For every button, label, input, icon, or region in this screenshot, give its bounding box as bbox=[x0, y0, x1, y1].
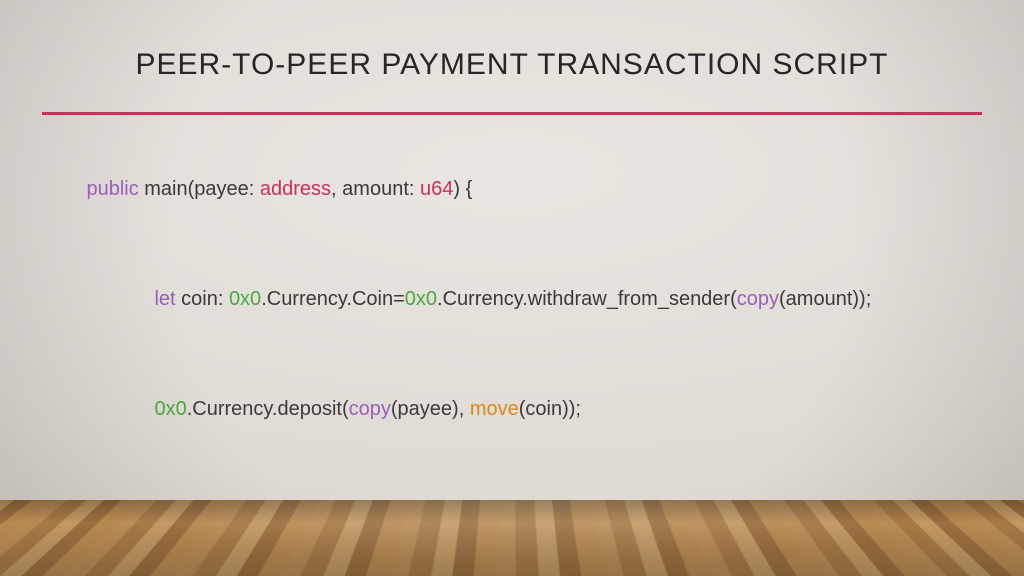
token-text: (payee), bbox=[391, 398, 470, 420]
code-line-2: let coin: 0x0.Currency.Coin=0x0.Currency… bbox=[42, 251, 982, 347]
token-hex: 0x0 bbox=[229, 288, 261, 310]
slide: PEER-TO-PEER PAYMENT TRANSACTION SCRIPT … bbox=[0, 0, 1024, 576]
floor-planks bbox=[0, 500, 1024, 576]
token-type: address bbox=[260, 178, 331, 200]
code-line-1: public main(payee: address, amount: u64)… bbox=[42, 141, 982, 237]
token-text: .Currency.withdraw_from_sender( bbox=[437, 288, 737, 310]
token-copy: copy bbox=[737, 288, 779, 310]
token-text: (amount)); bbox=[779, 288, 871, 310]
token-type: u64 bbox=[420, 178, 453, 200]
token-copy: copy bbox=[349, 398, 391, 420]
token-text: , amount: bbox=[331, 178, 420, 200]
slide-title: PEER-TO-PEER PAYMENT TRANSACTION SCRIPT bbox=[42, 48, 982, 82]
token-hex: 0x0 bbox=[405, 288, 437, 310]
token-text: .Currency.deposit( bbox=[187, 398, 349, 420]
token-text: ) { bbox=[453, 178, 472, 200]
token-text: (coin)); bbox=[519, 398, 581, 420]
floor bbox=[0, 500, 1024, 576]
token-text: coin: bbox=[176, 288, 229, 310]
token-text: main(payee: bbox=[139, 178, 260, 200]
token-keyword: public bbox=[86, 178, 138, 200]
token-move: move bbox=[470, 398, 519, 420]
token-keyword: let bbox=[154, 288, 175, 310]
token-text: .Currency.Coin= bbox=[261, 288, 405, 310]
content-area: PEER-TO-PEER PAYMENT TRANSACTION SCRIPT … bbox=[42, 48, 982, 576]
code-line-3: 0x0.Currency.deposit(copy(payee), move(c… bbox=[42, 361, 982, 457]
title-rule bbox=[42, 112, 982, 115]
token-hex: 0x0 bbox=[154, 398, 186, 420]
